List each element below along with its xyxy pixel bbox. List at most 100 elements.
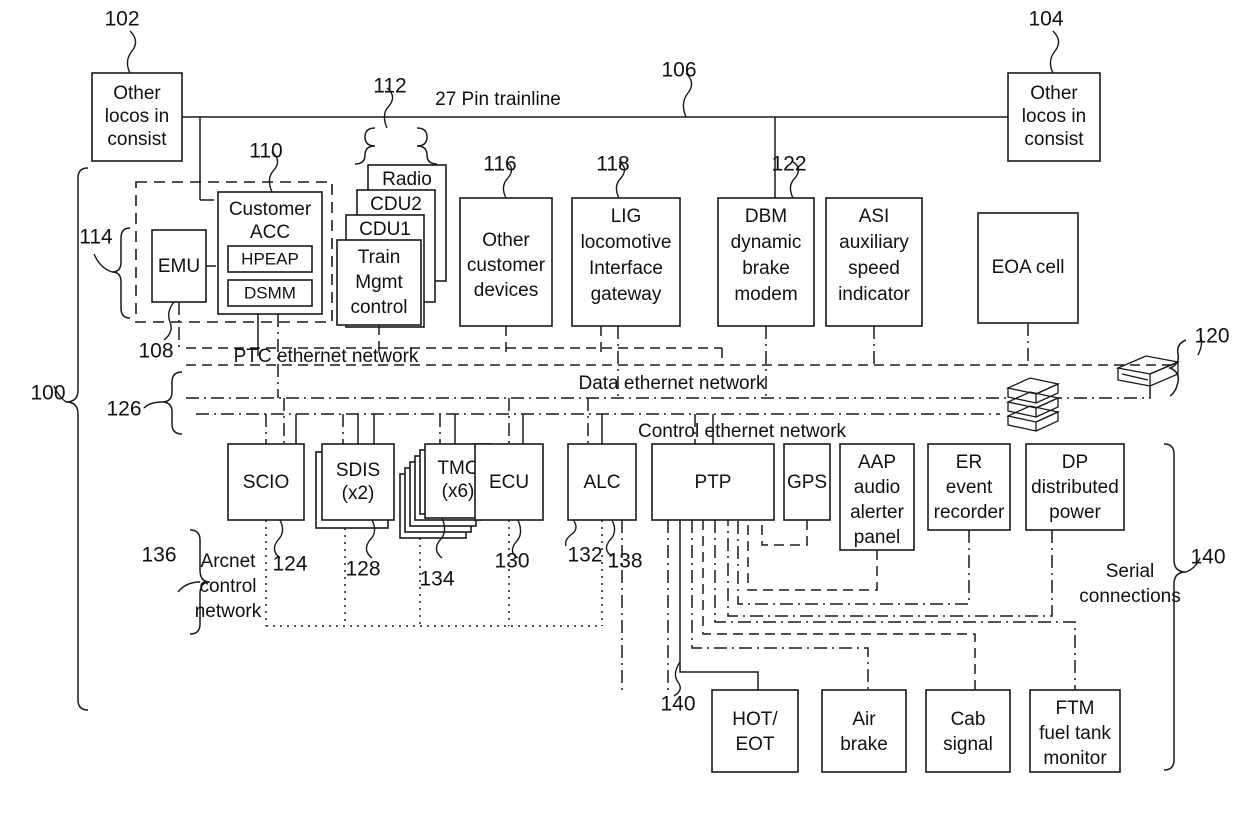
- ref-106: 106: [661, 59, 696, 82]
- er-line3: recorder: [934, 502, 1005, 523]
- ref-120: 120: [1194, 325, 1229, 348]
- hot-eot-line1: HOT/: [732, 709, 778, 730]
- other-locos-left-line1: Other: [113, 83, 161, 104]
- other-locos-right-line3: consist: [1024, 129, 1084, 150]
- bracket-126: [143, 371, 183, 435]
- box-hot-eot: [711, 689, 799, 773]
- train-mgmt-line1: Train: [358, 247, 401, 268]
- ref-108: 108: [138, 340, 173, 363]
- asi-line2: auxiliary: [839, 232, 909, 253]
- sdis-line2: (x2): [342, 483, 375, 504]
- asi-line3: speed: [848, 258, 900, 279]
- ref-136: 136: [141, 544, 176, 567]
- trainline-label: 27 Pin trainline: [435, 89, 561, 110]
- er-line2: event: [946, 477, 993, 498]
- control-network-label: Control ethernet network: [638, 421, 847, 442]
- dbm-line2: dynamic: [731, 232, 802, 253]
- other-customer-devices-line2: customer: [467, 255, 546, 276]
- lig-line3: Interface: [589, 258, 663, 279]
- ref-112: 112: [373, 75, 406, 98]
- air-brake-line1: Air: [852, 709, 876, 730]
- dbm-line4: modem: [734, 284, 797, 305]
- air-brake-line2: brake: [840, 734, 888, 755]
- ref-140-right: 140: [1190, 546, 1225, 569]
- aap-line2: audio: [854, 477, 901, 498]
- box-sdis: [321, 443, 395, 521]
- ref-132: 132: [567, 544, 602, 567]
- ref-134: 134: [419, 568, 454, 591]
- other-locos-left-line2: locos in: [105, 106, 169, 127]
- cdu2-label: CDU2: [370, 194, 422, 215]
- asi-line4: indicator: [838, 284, 910, 305]
- bracket-100: [53, 167, 89, 711]
- lig-line4: gateway: [591, 284, 662, 305]
- ref-110: 110: [249, 140, 282, 163]
- dbm-line1: DBM: [745, 206, 787, 227]
- box-cab-signal: [925, 689, 1011, 773]
- patent-figure-canvas: 100 Other locos in consist 102 Other loc…: [0, 0, 1240, 836]
- ref-104: 104: [1028, 8, 1063, 31]
- hot-eot-line2: EOT: [735, 734, 774, 755]
- scio-label: SCIO: [243, 472, 289, 493]
- other-locos-right-line2: locos in: [1022, 106, 1086, 127]
- dp-line2: distributed: [1031, 477, 1119, 498]
- gps-label: GPS: [787, 472, 827, 493]
- arcnet-line2: control: [199, 576, 256, 597]
- switch-icon-stack: [1005, 377, 1061, 432]
- leader-132: [564, 517, 577, 547]
- leader-104: [1049, 30, 1060, 74]
- bracket-112: [354, 87, 438, 165]
- aap-line1: AAP: [858, 452, 896, 473]
- alc-label: ALC: [584, 472, 621, 493]
- ftm-line3: monitor: [1043, 748, 1107, 769]
- ftm-line1: FTM: [1055, 698, 1094, 719]
- other-customer-devices-line3: devices: [474, 280, 538, 301]
- ref-138: 138: [607, 550, 642, 573]
- cdu1-label: CDU1: [359, 219, 411, 240]
- gps-to-ptp: [761, 520, 808, 546]
- aap-line4: panel: [854, 527, 901, 548]
- customer-acc-line2: ACC: [250, 222, 290, 243]
- tmc-line1: TMC: [437, 458, 478, 479]
- ref-130: 130: [494, 550, 529, 573]
- ptp-serial-4: [702, 520, 976, 690]
- leader-102: [126, 30, 137, 74]
- ref-114: 114: [79, 226, 113, 249]
- data-network-label: Data ethernet network: [579, 373, 766, 394]
- other-locos-left-line3: consist: [107, 129, 167, 150]
- train-mgmt-line3: control: [350, 297, 407, 318]
- ref-122: 122: [771, 153, 806, 176]
- ref-102: 102: [104, 8, 139, 31]
- sdis-line1: SDIS: [336, 460, 380, 481]
- other-customer-devices-line1: Other: [482, 230, 530, 251]
- leader-108: [163, 301, 175, 341]
- train-mgmt-line2: Mgmt: [355, 272, 403, 293]
- trainline-bus: [182, 116, 1008, 201]
- customer-acc-line1: Customer: [229, 199, 312, 220]
- switch-link: [1058, 386, 1151, 399]
- aap-line3: alerter: [850, 502, 905, 523]
- arcnet-line1: Arcnet: [201, 551, 257, 572]
- radio-label: Radio: [382, 169, 432, 190]
- dbm-line3: brake: [742, 258, 790, 279]
- box-air-brake: [821, 689, 907, 773]
- ref-100: 100: [30, 382, 65, 405]
- ftm-line2: fuel tank: [1039, 723, 1111, 744]
- dp-line1: DP: [1062, 452, 1088, 473]
- eoa-cell-label: EOA cell: [992, 257, 1065, 278]
- ref-128: 128: [345, 558, 380, 581]
- ref-124: 124: [272, 553, 307, 576]
- ptc-network-label: PTC ethernet network: [234, 346, 419, 367]
- cab-signal-line2: signal: [943, 734, 993, 755]
- asi-line1: ASI: [859, 206, 890, 227]
- dsmm-label: DSMM: [244, 283, 296, 302]
- ptp-label: PTP: [695, 472, 732, 493]
- other-locos-right-line1: Other: [1030, 83, 1078, 104]
- ref-116: 116: [483, 153, 516, 176]
- ecu-label: ECU: [489, 472, 529, 493]
- ref-126: 126: [106, 398, 141, 421]
- dp-line3: power: [1049, 502, 1101, 523]
- ref-140-left: 140: [660, 693, 695, 716]
- arcnet-line3: network: [195, 601, 262, 622]
- ref-118: 118: [596, 153, 629, 176]
